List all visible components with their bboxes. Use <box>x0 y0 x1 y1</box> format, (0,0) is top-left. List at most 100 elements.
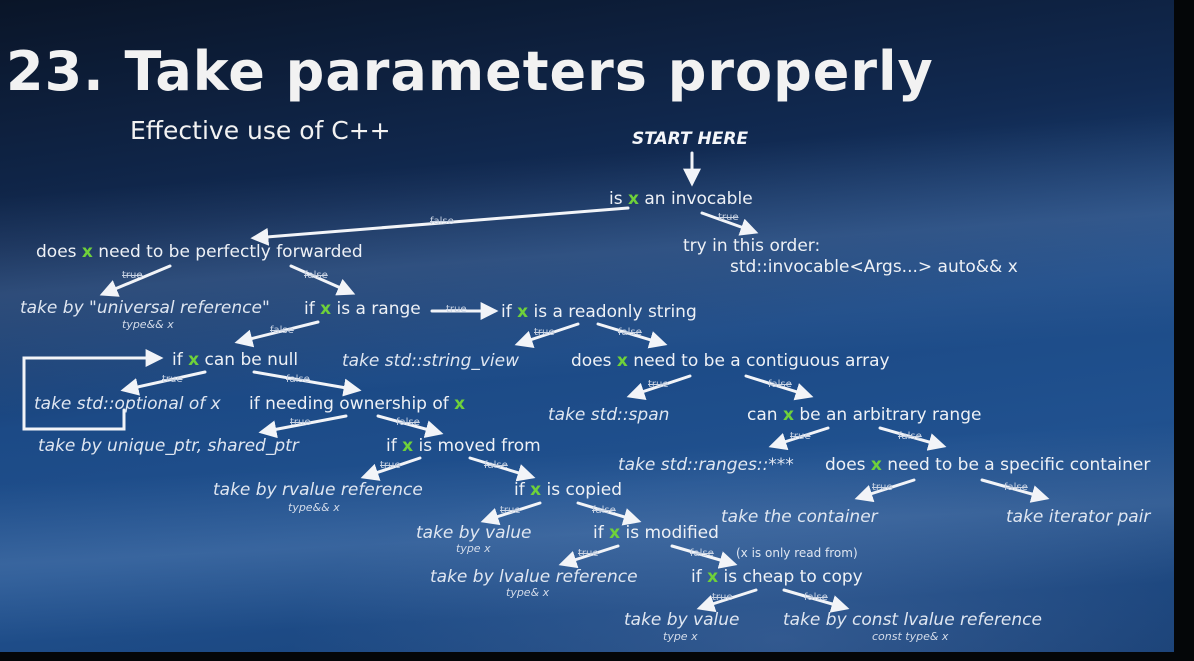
node-const-lvalue-reference: take by const lvalue reference <box>783 610 1042 630</box>
edge-label-false: false <box>768 379 792 390</box>
node-text: if <box>304 299 321 319</box>
node-text: does <box>36 242 82 262</box>
var-x: x <box>627 189 639 209</box>
edge-label-true: true <box>380 460 401 471</box>
node-readonly-string: if x is a readonly string <box>501 302 697 322</box>
node-text: is modified <box>620 523 719 543</box>
frame-edge-right <box>1174 0 1194 661</box>
node-text: can be null <box>199 350 299 370</box>
node-text: if <box>501 302 518 322</box>
var-x: x <box>402 436 414 456</box>
node-text: if <box>386 436 403 456</box>
node-take-container: take the container <box>721 507 878 527</box>
node-const-lvalue-reference-type: const type& x <box>872 630 949 643</box>
edge-label-false: false <box>270 325 294 336</box>
node-text: is <box>609 189 628 209</box>
frame-edge-bottom <box>0 652 1194 661</box>
node-span: take std::span <box>548 405 670 425</box>
start-here-label: START HERE <box>632 129 749 149</box>
edge-label-true: true <box>534 327 555 338</box>
node-iterator-pair: take iterator pair <box>1006 507 1151 527</box>
var-x: x <box>616 351 628 371</box>
node-is-range: if x is a range <box>304 299 421 319</box>
node-try-order: try in this order: <box>683 236 821 256</box>
edge-label-false: false <box>592 505 616 516</box>
node-text: is moved from <box>413 436 541 456</box>
node-contiguous-array: does x need to be a contiguous array <box>571 351 890 371</box>
var-x: x <box>870 455 882 475</box>
node-optional: take std::optional of x <box>34 394 221 414</box>
node-string-view: take std::string_view <box>342 351 520 371</box>
var-x: x <box>454 394 466 414</box>
var-x: x <box>517 302 529 322</box>
node-cheap-to-copy: if x is cheap to copy <box>691 567 863 587</box>
node-rvalue-reference: take by rvalue reference <box>213 480 423 500</box>
edge-label-true: true <box>578 548 599 559</box>
node-text: is copied <box>541 480 622 500</box>
slide-title: 23. Take parameters properly <box>6 40 934 103</box>
node-by-value-1: take by value <box>416 523 532 543</box>
node-try-order-detail: std::invocable<Args...> auto&& x <box>730 257 1018 277</box>
node-text: an invocable <box>638 189 753 209</box>
edge-label-false: false <box>304 270 328 281</box>
node-is-modified: if x is modified <box>593 523 719 543</box>
node-text: is a readonly string <box>528 302 697 322</box>
node-rvalue-reference-type: type&& x <box>288 501 340 514</box>
node-text: can <box>747 405 783 425</box>
node-text: does <box>825 455 871 475</box>
var-x: x <box>530 480 542 500</box>
edge-label-false: false <box>286 374 310 385</box>
edge-label-false: false <box>396 417 420 428</box>
node-text: be an arbitrary range <box>793 405 982 425</box>
node-moved-from: if x is moved from <box>386 436 541 456</box>
node-lvalue-reference: take by lvalue reference <box>430 567 638 587</box>
node-arbitrary-range: can x be an arbitrary range <box>747 405 981 425</box>
node-is-copied: if x is copied <box>514 480 622 500</box>
edge-label-false: false <box>618 327 642 338</box>
slide: 23. Take parameters properly Effective u… <box>0 0 1194 661</box>
var-x: x <box>707 567 719 587</box>
node-text: is a range <box>331 299 421 319</box>
node-needing-ownership: if needing ownership of x <box>249 394 465 414</box>
node-by-value-2-type: type x <box>663 630 698 643</box>
node-by-value-1-type: type x <box>456 542 491 555</box>
node-text: does <box>571 351 617 371</box>
node-perfectly-forwarded: does x need to be perfectly forwarded <box>36 242 363 262</box>
var-x: x <box>188 350 200 370</box>
edge-label-true: true <box>446 304 467 315</box>
edge-label-false: false <box>484 460 508 471</box>
node-by-value-2: take by value <box>624 610 740 630</box>
edge-label-true: true <box>718 212 739 223</box>
edge-label-false: false <box>690 548 714 559</box>
node-universal-reference: take by "universal reference" <box>20 298 270 318</box>
node-text: if <box>593 523 610 543</box>
node-unique-ptr: take by unique_ptr, shared_ptr <box>38 436 299 456</box>
node-universal-reference-type: type&& x <box>122 318 174 331</box>
var-x: x <box>320 299 332 319</box>
node-text: if <box>691 567 708 587</box>
node-is-invocable: is x an invocable <box>609 189 753 209</box>
edge-label-true: true <box>290 417 311 428</box>
var-x: x <box>609 523 621 543</box>
node-only-read-note: (x is only read from) <box>736 546 858 560</box>
edge-label-true: true <box>872 482 893 493</box>
var-x: x <box>81 242 93 262</box>
node-text: is cheap to copy <box>718 567 863 587</box>
edge-label-false: false <box>430 216 454 227</box>
node-text: need to be a contiguous array <box>627 351 890 371</box>
edge-label-false: false <box>898 431 922 442</box>
edge-label-true: true <box>712 592 733 603</box>
slide-subtitle: Effective use of C++ <box>130 116 391 145</box>
node-text: need to be perfectly forwarded <box>92 242 363 262</box>
node-specific-container: does x need to be a specific container <box>825 455 1150 475</box>
edge-label-false: false <box>804 592 828 603</box>
edge-label-false: false <box>1004 482 1028 493</box>
node-text: need to be a specific container <box>881 455 1151 475</box>
edge-label-true: true <box>122 270 143 281</box>
node-ranges: take std::ranges::*** <box>618 455 794 475</box>
node-text: if <box>514 480 531 500</box>
edge-label-true: true <box>162 374 183 385</box>
node-can-be-null: if x can be null <box>172 350 298 370</box>
edge-label-true: true <box>500 505 521 516</box>
node-text: if <box>172 350 189 370</box>
